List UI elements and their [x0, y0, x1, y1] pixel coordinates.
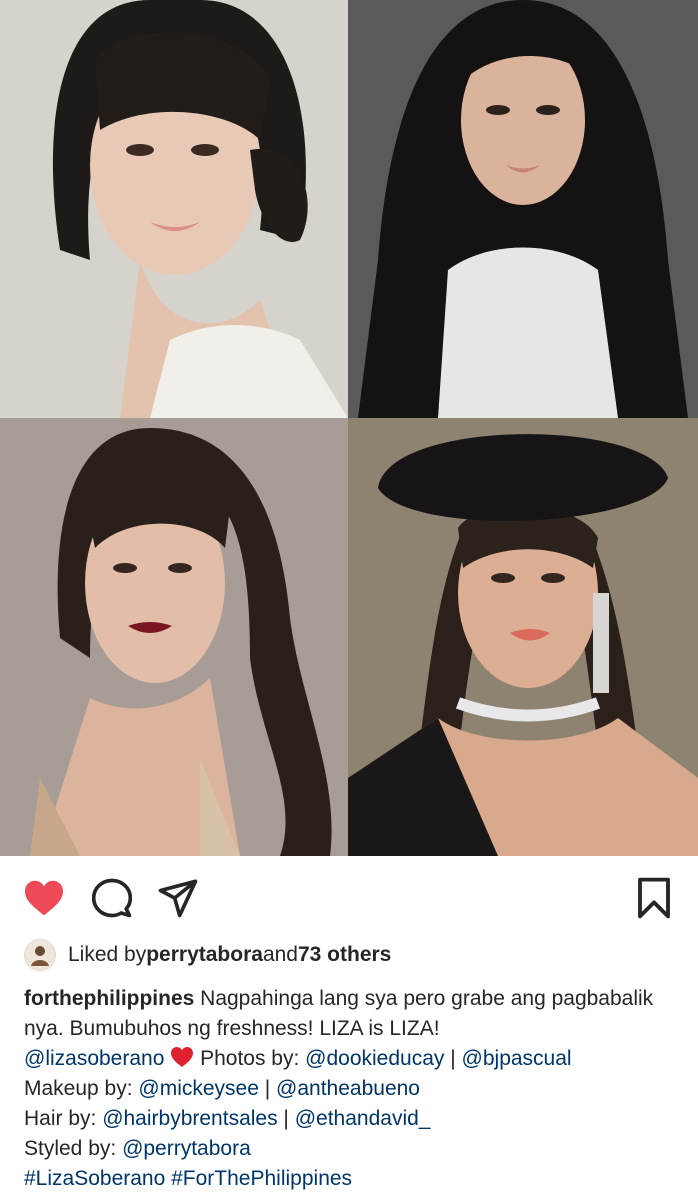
caption-username[interactable]: forthephilippines — [24, 987, 194, 1010]
mention-lizasoberano[interactable]: @lizasoberano — [24, 1047, 164, 1070]
photo-top-left[interactable] — [0, 0, 348, 418]
post-caption: forthephilippines Nagpahinga lang sya pe… — [24, 984, 684, 1194]
photos-label: Photos by: — [194, 1047, 306, 1070]
mention-perrytabora[interactable]: @perrytabora — [122, 1137, 251, 1160]
likes-prefix: Liked by — [68, 943, 147, 966]
photo-bottom-right[interactable] — [348, 418, 698, 856]
bookmark-icon — [638, 877, 670, 919]
makeup-label: Makeup by: — [24, 1077, 139, 1100]
heart-filled-icon — [25, 880, 63, 916]
separator: | — [444, 1047, 462, 1070]
styled-label: Styled by: — [24, 1137, 123, 1160]
mention-hairbybrentsales[interactable]: @hairbybrentsales — [102, 1107, 277, 1130]
liker-username[interactable]: perrytabora — [146, 943, 263, 967]
red-heart-emoji-icon — [171, 1047, 194, 1067]
share-button[interactable] — [154, 874, 202, 922]
liker-avatar[interactable] — [24, 939, 56, 971]
mention-dookieducay[interactable]: @dookieducay — [305, 1047, 444, 1070]
likes-others-count[interactable]: 73 others — [298, 943, 391, 967]
photo-top-right[interactable] — [348, 0, 698, 418]
like-button[interactable] — [20, 874, 68, 922]
likes-middle: and — [262, 943, 298, 966]
photo-bottom-left[interactable] — [0, 418, 348, 856]
separator: | — [277, 1107, 295, 1130]
hashtag-lizasoberano[interactable]: #LizaSoberano — [24, 1167, 165, 1190]
mention-antheabueno[interactable]: @antheabueno — [276, 1077, 420, 1100]
mention-mickeysee[interactable]: @mickeysee — [138, 1077, 259, 1100]
comment-icon — [92, 878, 132, 918]
comment-button[interactable] — [88, 874, 136, 922]
mention-ethandavid[interactable]: @ethandavid_ — [295, 1107, 431, 1130]
likes-summary: Liked by perrytabora and 73 others — [24, 938, 391, 972]
hair-label: Hair by: — [24, 1107, 103, 1130]
post-action-bar — [0, 866, 698, 926]
mention-bjpascual[interactable]: @bjpascual — [462, 1047, 572, 1070]
send-icon — [158, 879, 198, 918]
save-button[interactable] — [630, 874, 678, 922]
post-photo-collage[interactable] — [0, 0, 698, 856]
hashtag-forthephilippines[interactable]: #ForThePhilippines — [171, 1167, 352, 1190]
separator: | — [258, 1077, 277, 1100]
